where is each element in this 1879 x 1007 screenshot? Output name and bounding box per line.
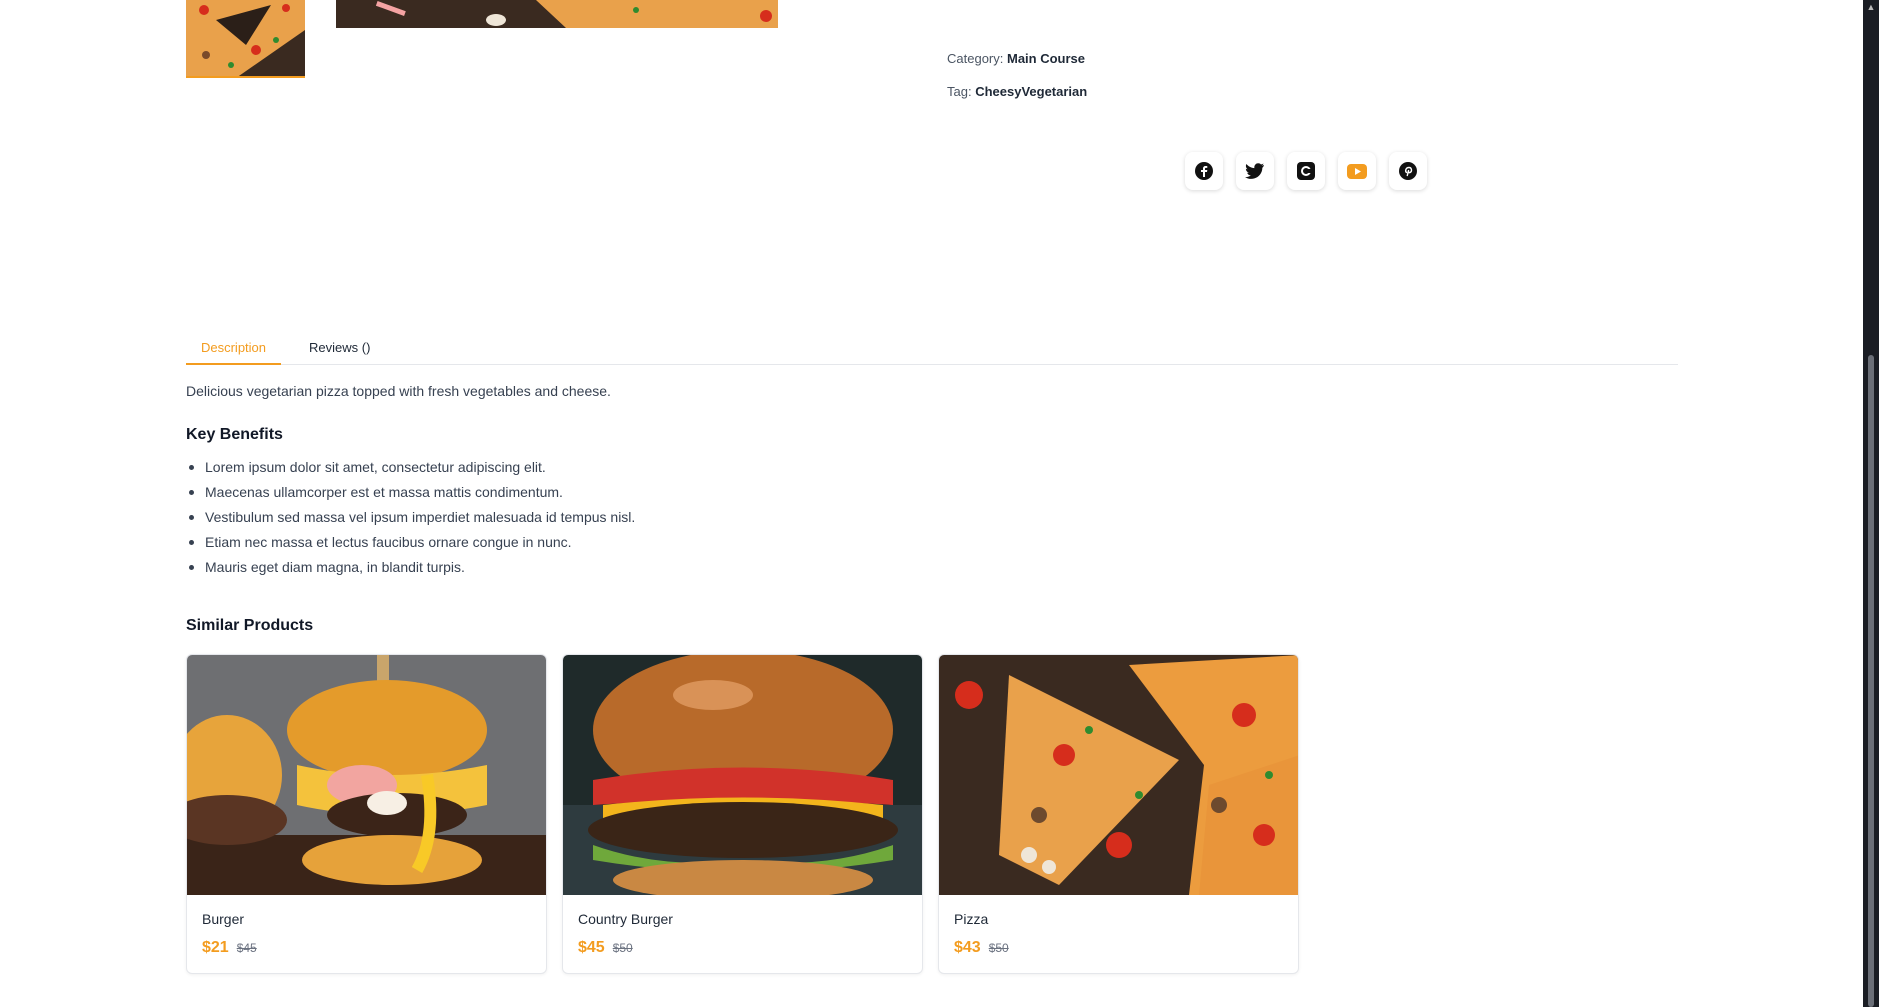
similar-products-grid: Burger $21 $45 Country Burger $45 $50 Pi… bbox=[186, 654, 1299, 974]
old-price: $50 bbox=[612, 941, 633, 955]
product-price: $21 $45 bbox=[202, 939, 532, 957]
burger-image[interactable] bbox=[187, 655, 547, 895]
key-benefits-heading: Key Benefits bbox=[186, 426, 283, 443]
benefit-item: Lorem ipsum dolor sit amet, consectetur … bbox=[186, 458, 635, 483]
product-tabs: Description Reviews () bbox=[186, 335, 1678, 365]
gallery-main-image bbox=[336, 0, 778, 28]
pizza-main-image bbox=[336, 0, 778, 28]
social-share bbox=[1185, 152, 1427, 190]
instagram-button[interactable] bbox=[1287, 152, 1325, 190]
tag-label: Tag: bbox=[947, 84, 972, 99]
benefit-item: Maecenas ullamcorper est et massa mattis… bbox=[186, 483, 635, 508]
benefit-item: Etiam nec massa et lectus faucibus ornar… bbox=[186, 533, 635, 558]
benefit-item: Mauris eget diam magna, in blandit turpi… bbox=[186, 558, 635, 583]
current-price: $45 bbox=[578, 939, 605, 956]
scrollbar-thumb[interactable] bbox=[1868, 355, 1874, 1007]
product-price: $43 $50 bbox=[954, 939, 1284, 957]
category-label: Category: bbox=[947, 51, 1004, 66]
tab-description[interactable]: Description bbox=[186, 335, 281, 365]
gallery-thumbnail[interactable] bbox=[186, 0, 305, 78]
old-price: $50 bbox=[988, 941, 1009, 955]
twitter-icon bbox=[1245, 163, 1264, 179]
current-price: $43 bbox=[954, 939, 981, 956]
product-category: Category: Main Course bbox=[947, 51, 1085, 66]
scroll-up-icon[interactable]: ▲ bbox=[1863, 0, 1879, 14]
country-burger-image[interactable] bbox=[563, 655, 923, 895]
old-price: $45 bbox=[236, 941, 257, 955]
product-name[interactable]: Burger bbox=[202, 911, 532, 939]
youtube-icon bbox=[1347, 163, 1367, 179]
product-price: $45 $50 bbox=[578, 939, 908, 957]
pinterest-icon bbox=[1399, 162, 1417, 180]
tag-link[interactable]: CheesyVegetarian bbox=[975, 84, 1087, 99]
product-description: Delicious vegetarian pizza topped with f… bbox=[186, 383, 611, 399]
pizza-image[interactable] bbox=[939, 655, 1299, 895]
youtube-button[interactable] bbox=[1338, 152, 1376, 190]
scrollbar[interactable]: ▲ bbox=[1863, 0, 1879, 1007]
product-card-burger[interactable]: Burger $21 $45 bbox=[186, 654, 547, 974]
twitter-button[interactable] bbox=[1236, 152, 1274, 190]
product-tag: Tag: CheesyVegetarian bbox=[947, 84, 1087, 99]
tab-reviews[interactable]: Reviews () bbox=[309, 335, 379, 365]
benefit-item: Vestibulum sed massa vel ipsum imperdiet… bbox=[186, 508, 635, 533]
key-benefits-list: Lorem ipsum dolor sit amet, consectetur … bbox=[186, 458, 635, 583]
product-name[interactable]: Country Burger bbox=[578, 911, 908, 939]
category-link[interactable]: Main Course bbox=[1007, 51, 1085, 66]
product-name[interactable]: Pizza bbox=[954, 911, 1284, 939]
facebook-icon bbox=[1195, 162, 1213, 180]
pinterest-button[interactable] bbox=[1389, 152, 1427, 190]
product-card-country-burger[interactable]: Country Burger $45 $50 bbox=[562, 654, 923, 974]
similar-products-heading: Similar Products bbox=[186, 617, 314, 634]
pizza-thumbnail-image bbox=[186, 0, 305, 76]
facebook-button[interactable] bbox=[1185, 152, 1223, 190]
instagram-icon bbox=[1297, 162, 1315, 180]
product-card-pizza[interactable]: Pizza $43 $50 bbox=[938, 654, 1299, 974]
current-price: $21 bbox=[202, 939, 229, 956]
